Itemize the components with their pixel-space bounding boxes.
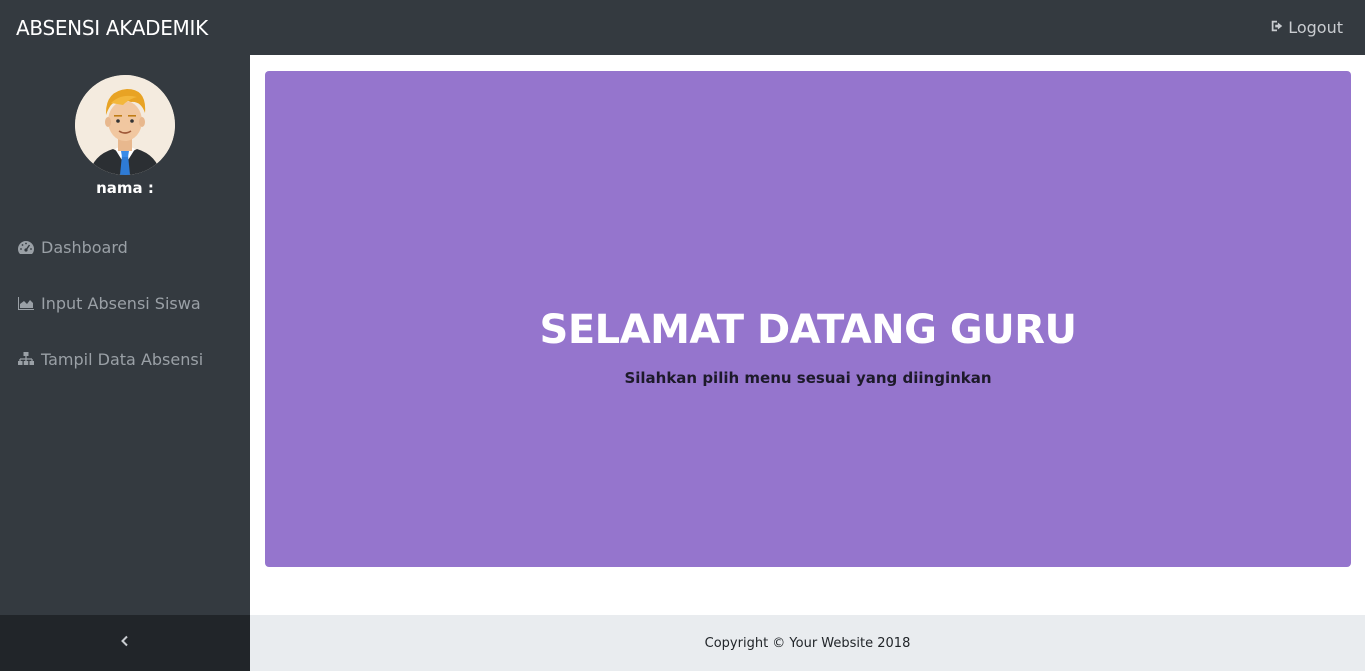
tachometer-icon bbox=[17, 239, 35, 255]
top-navbar: ABSENSI AKADEMIK Logout bbox=[0, 0, 1365, 55]
avatar bbox=[75, 75, 175, 175]
sidebar-item-input-absensi-siswa[interactable]: Input Absensi Siswa bbox=[0, 275, 250, 331]
sidebar-item-label: Dashboard bbox=[41, 237, 128, 257]
welcome-subtitle: Silahkan pilih menu sesuai yang diingink… bbox=[624, 369, 992, 387]
sidebar-item-dashboard[interactable]: Dashboard bbox=[0, 219, 250, 275]
sidebar-nav: Dashboard Input Absensi Siswa Tampil Dat… bbox=[0, 219, 250, 387]
sidebar-item-label: Tampil Data Absensi bbox=[41, 349, 204, 369]
sidebar-item-tampil-data-absensi[interactable]: Tampil Data Absensi bbox=[0, 331, 250, 387]
sidebar: nama : Dashboard Input Absensi Siswa Tam… bbox=[0, 55, 250, 615]
brand-link[interactable]: ABSENSI AKADEMIK bbox=[16, 16, 208, 40]
footer: Copyright © Your Website 2018 bbox=[250, 615, 1365, 671]
main-content: SELAMAT DATANG GURU Silahkan pilih menu … bbox=[250, 55, 1365, 615]
welcome-banner: SELAMAT DATANG GURU Silahkan pilih menu … bbox=[265, 71, 1351, 567]
welcome-title: SELAMAT DATANG GURU bbox=[539, 307, 1077, 353]
sidebar-toggle-button[interactable] bbox=[0, 615, 250, 671]
sitemap-icon bbox=[17, 351, 35, 367]
username-label: nama : bbox=[96, 179, 154, 197]
area-chart-icon bbox=[17, 295, 35, 311]
logout-label: Logout bbox=[1288, 18, 1343, 37]
sign-out-icon bbox=[1270, 18, 1284, 37]
logout-link[interactable]: Logout bbox=[1270, 18, 1343, 37]
copyright-text: Copyright © Your Website 2018 bbox=[704, 635, 911, 651]
sidebar-item-label: Input Absensi Siswa bbox=[41, 293, 201, 313]
chevron-left-icon bbox=[120, 634, 130, 652]
